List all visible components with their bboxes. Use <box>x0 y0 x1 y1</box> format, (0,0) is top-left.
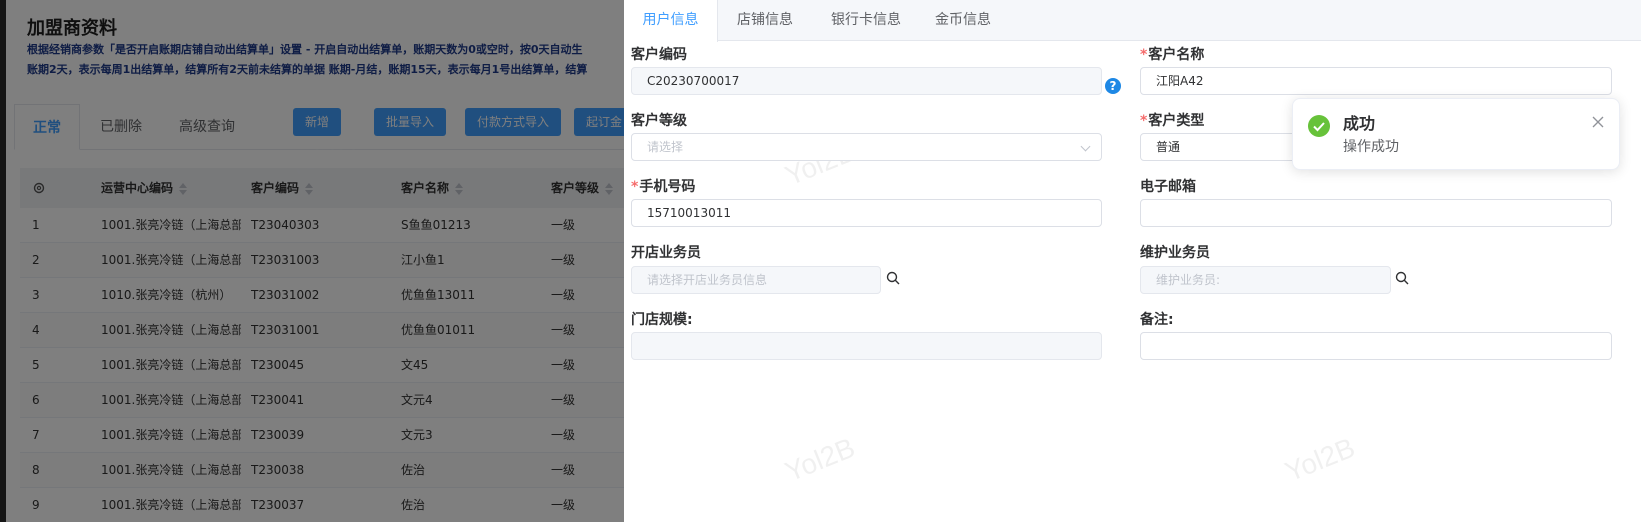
label-text: 电子邮箱 <box>1140 179 1196 195</box>
label-text: 维护业务员 <box>1140 245 1210 261</box>
required-mark: * <box>1140 113 1148 129</box>
label-text: 门店规模: <box>631 312 693 328</box>
customer-drawer: 用户信息 店铺信息 银行卡信息 金币信息 Yol2B Yol2B Yol2B 客… <box>624 0 1641 522</box>
customer-level-label: 客户等级 <box>631 110 687 130</box>
opening-salesman-field[interactable]: 请选择开店业务员信息 <box>631 266 881 294</box>
store-scale-field[interactable] <box>631 332 1102 360</box>
placeholder-text: 维护业务员: <box>1156 273 1221 287</box>
search-icon[interactable] <box>886 271 900 285</box>
tab-coin-info[interactable]: 金币信息 <box>920 0 1006 41</box>
placeholder-text: 请选择 <box>647 140 684 154</box>
watermark: Yol2B <box>780 431 860 488</box>
drawer-tabs: 用户信息 店铺信息 银行卡信息 金币信息 <box>624 0 1641 42</box>
label-text: 客户编码 <box>631 47 687 63</box>
phone-field[interactable]: 15710013011 <box>631 199 1102 227</box>
label-text: 客户名称 <box>1148 47 1205 63</box>
label-text: 开店业务员 <box>631 245 701 261</box>
remark-label: 备注: <box>1140 309 1174 329</box>
maintenance-salesman-label: 维护业务员 <box>1140 242 1210 262</box>
phone-label: *手机号码 <box>631 176 695 196</box>
required-mark: * <box>631 179 639 195</box>
placeholder-text: 请选择开店业务员信息 <box>647 273 768 287</box>
customer-level-select[interactable]: 请选择 <box>631 133 1102 161</box>
tab-user-info[interactable]: 用户信息 <box>624 0 718 42</box>
email-label: 电子邮箱 <box>1140 176 1196 196</box>
close-icon[interactable] <box>1591 115 1605 129</box>
label-text: 客户类型 <box>1148 113 1205 129</box>
email-field[interactable] <box>1140 199 1612 227</box>
label-text: 客户等级 <box>631 113 687 129</box>
help-icon[interactable]: ? <box>1105 78 1121 94</box>
customer-type-label: *客户类型 <box>1140 110 1204 130</box>
remark-field[interactable] <box>1140 332 1612 360</box>
chevron-down-icon <box>1080 141 1091 152</box>
notification-message: 操作成功 <box>1343 139 1399 155</box>
opening-salesman-label: 开店业务员 <box>631 242 701 262</box>
customer-code-field[interactable]: C20230700017 <box>631 67 1102 95</box>
notification-title: 成功 <box>1343 114 1376 133</box>
required-mark: * <box>1140 47 1148 63</box>
customer-code-label: 客户编码 <box>631 44 687 64</box>
tab-store-info[interactable]: 店铺信息 <box>718 0 812 41</box>
success-notification: 成功 操作成功 <box>1292 98 1620 170</box>
label-text: 备注: <box>1140 312 1174 328</box>
store-scale-label: 门店规模: <box>631 309 693 329</box>
search-icon[interactable] <box>1395 271 1409 285</box>
success-check-icon <box>1308 115 1330 137</box>
customer-name-label: *客户名称 <box>1140 44 1204 64</box>
watermark: Yol2B <box>1280 431 1360 488</box>
customer-name-field[interactable]: 江阳A42 <box>1140 67 1612 95</box>
label-text: 手机号码 <box>639 179 696 195</box>
maintenance-salesman-field[interactable]: 维护业务员: <box>1140 266 1391 294</box>
tab-bank-card-info[interactable]: 银行卡信息 <box>812 0 920 41</box>
